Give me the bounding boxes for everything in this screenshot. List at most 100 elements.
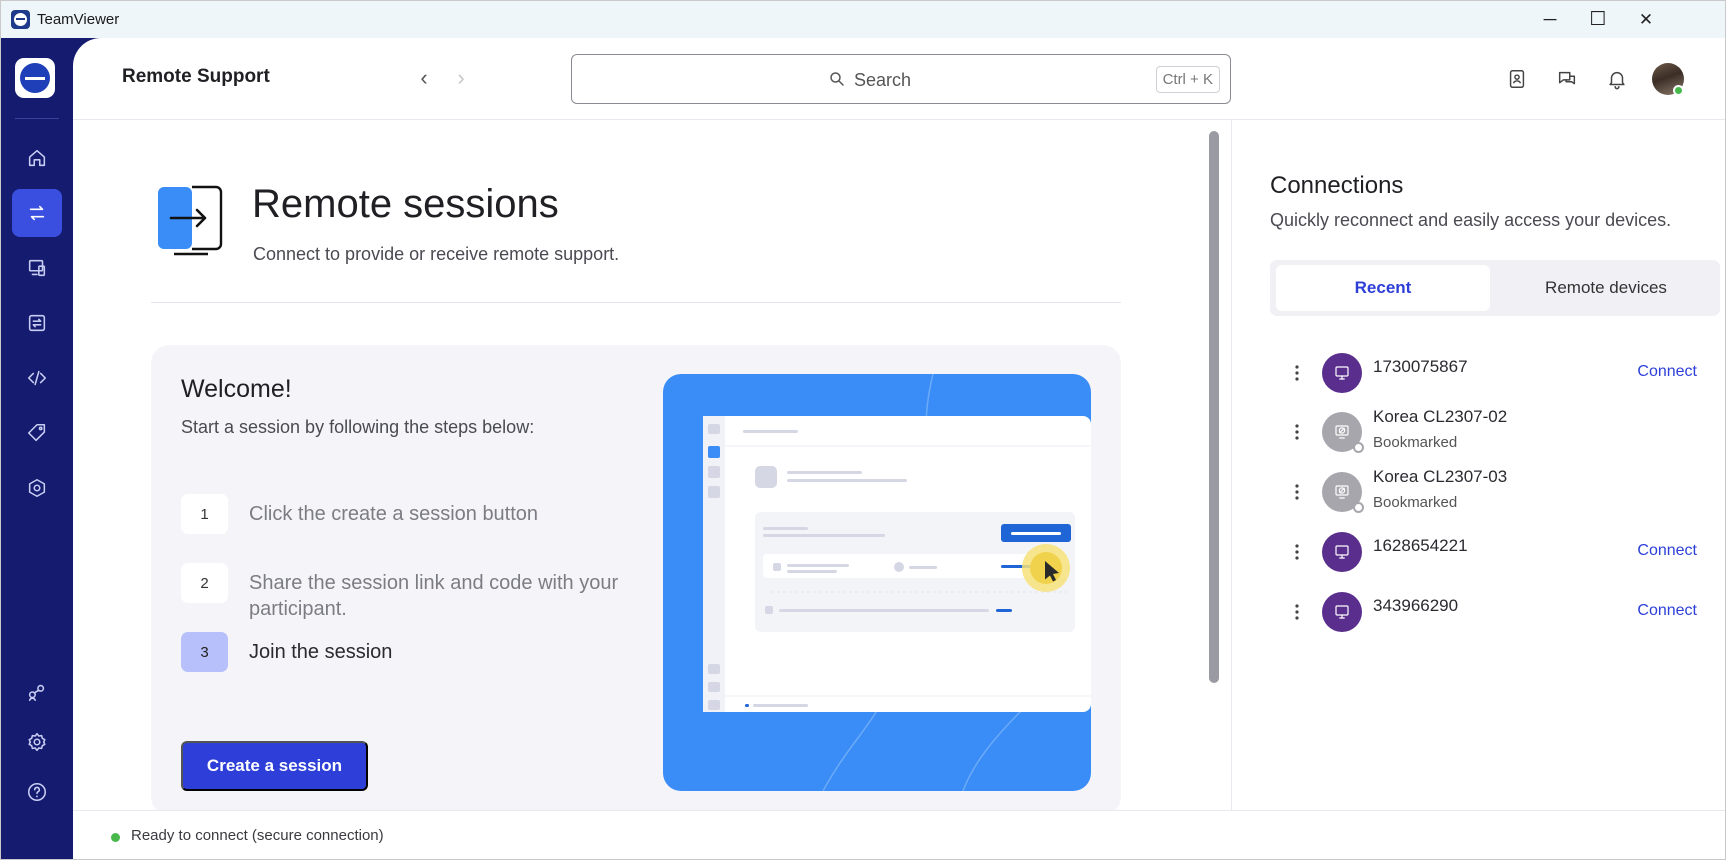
- device-avatar: [1322, 592, 1362, 632]
- teamviewer-logo-icon: [11, 10, 30, 29]
- minimize-button[interactable]: ─: [1525, 1, 1575, 38]
- section-divider: [151, 302, 1121, 303]
- remote-session-icon: [158, 185, 223, 256]
- device-avatar: [1322, 353, 1362, 393]
- search-shortcut: Ctrl + K: [1155, 66, 1220, 93]
- nav-code[interactable]: [12, 354, 62, 402]
- search-input[interactable]: Search Ctrl + K: [571, 54, 1231, 104]
- tab-remote-devices[interactable]: Remote devices: [1495, 265, 1717, 311]
- online-status-indicator: [1673, 85, 1684, 96]
- nav-remote-access[interactable]: [12, 299, 62, 347]
- remote-sessions-panel: Remote sessions Connect to provide or re…: [73, 120, 1231, 810]
- nav-integrations[interactable]: [12, 668, 62, 716]
- device-row[interactable]: Korea CL2307-02 Bookmarked: [1232, 404, 1725, 460]
- device-row[interactable]: 343966290 Connect: [1232, 584, 1725, 640]
- back-button[interactable]: ‹: [410, 64, 438, 92]
- home-icon: [28, 149, 46, 167]
- nav-help[interactable]: [12, 768, 62, 816]
- app-window: TeamViewer ─ ☐ ✕ Remote Support ‹ › Sear…: [0, 0, 1726, 860]
- step-number: 2: [181, 563, 228, 603]
- offline-device-icon: [1335, 485, 1349, 499]
- top-header: Remote Support ‹ › Search Ctrl + K: [73, 38, 1725, 120]
- device-row[interactable]: Korea CL2307-03 Bookmarked: [1232, 464, 1725, 520]
- hero-subtitle: Connect to provide or receive remote sup…: [253, 244, 620, 264]
- device-name: 1730075867: [1373, 357, 1468, 376]
- device-name: Korea CL2307-02: [1373, 407, 1508, 426]
- search-placeholder: Search: [854, 70, 912, 90]
- search-icon: [830, 72, 844, 86]
- welcome-card: Welcome! Start a session by following th…: [151, 345, 1121, 810]
- main-scrollbar[interactable]: [1209, 131, 1219, 683]
- more-options-icon[interactable]: [1294, 363, 1300, 383]
- step-text: Join the session: [249, 641, 393, 663]
- remote-support-icon: [29, 205, 45, 221]
- welcome-title: Welcome!: [181, 375, 292, 403]
- connections-tabs: Recent Remote devices: [1270, 260, 1720, 316]
- title-bar: TeamViewer ─ ☐ ✕: [1, 1, 1725, 38]
- nav-settings[interactable]: [12, 718, 62, 766]
- bell-icon: [1609, 71, 1625, 90]
- device-row[interactable]: 1628654221 Connect: [1232, 524, 1725, 580]
- app-mockup-illustration: [703, 374, 1091, 791]
- step-2: 2 Share the session link and code with y…: [181, 563, 649, 622]
- step-3: 3 Join the session: [181, 632, 649, 672]
- offline-device-icon: [1335, 425, 1349, 439]
- step-1: 1 Click the create a session button: [181, 494, 649, 534]
- teamviewer-brand-icon[interactable]: [15, 58, 55, 98]
- code-icon: [27, 370, 47, 386]
- notifications-button[interactable]: [1602, 64, 1632, 94]
- forward-button[interactable]: ›: [447, 64, 475, 92]
- connect-button[interactable]: Connect: [1637, 602, 1697, 620]
- tag-icon: [27, 423, 46, 442]
- contacts-icon: [1509, 70, 1525, 88]
- status-bar: Ready to connect (secure connection): [73, 810, 1725, 859]
- offline-status-indicator: [1353, 502, 1364, 513]
- device-name: 343966290: [1373, 596, 1459, 615]
- nav-separator: [15, 118, 59, 119]
- device-bookmarked-label: Bookmarked: [1373, 434, 1458, 451]
- device-avatar: [1322, 532, 1362, 572]
- remote-access-icon: [28, 314, 46, 332]
- close-button[interactable]: ✕: [1621, 1, 1671, 38]
- connect-button[interactable]: Connect: [1637, 542, 1697, 560]
- left-navigation: [1, 38, 73, 859]
- chat-button[interactable]: [1552, 64, 1582, 94]
- app-title: TeamViewer: [37, 11, 120, 28]
- monitor-icon: [1335, 605, 1349, 619]
- nav-security[interactable]: [12, 464, 62, 512]
- security-icon: [28, 478, 46, 498]
- more-options-icon[interactable]: [1294, 422, 1300, 442]
- integrations-icon: [28, 684, 45, 702]
- step-number: 3: [181, 632, 228, 672]
- contacts-button[interactable]: [1502, 64, 1532, 94]
- connection-status-dot: [111, 833, 120, 842]
- device-name: 1628654221: [1373, 536, 1468, 555]
- page-title: Remote Support: [122, 66, 270, 87]
- chat-icon: [1558, 71, 1576, 85]
- create-session-button[interactable]: Create a session: [181, 741, 368, 791]
- connect-button[interactable]: Connect: [1637, 363, 1697, 381]
- welcome-illustration: [663, 374, 1091, 791]
- nav-devices[interactable]: [12, 244, 62, 292]
- maximize-button[interactable]: ☐: [1573, 1, 1623, 38]
- offline-status-indicator: [1353, 442, 1364, 453]
- step-text: Click the create a session button: [249, 503, 539, 525]
- status-text: Ready to connect (secure connection): [131, 827, 384, 844]
- monitor-icon: [1335, 366, 1349, 380]
- hero-title: Remote sessions: [252, 182, 559, 226]
- more-options-icon[interactable]: [1294, 602, 1300, 622]
- more-options-icon[interactable]: [1294, 542, 1300, 562]
- more-options-icon[interactable]: [1294, 482, 1300, 502]
- connections-panel: Connections Quickly reconnect and easily…: [1232, 120, 1725, 810]
- settings-icon: [28, 732, 46, 752]
- welcome-subtitle: Start a session by following the steps b…: [181, 417, 535, 437]
- nav-tags[interactable]: [12, 409, 62, 457]
- help-icon: [27, 782, 47, 802]
- device-row[interactable]: 1730075867 Connect: [1232, 345, 1725, 401]
- connections-subtitle: Quickly reconnect and easily access your…: [1270, 210, 1672, 230]
- step-number: 1: [181, 494, 228, 534]
- devices-icon: [28, 259, 46, 277]
- tab-recent[interactable]: Recent: [1276, 265, 1490, 311]
- nav-remote-support[interactable]: [12, 189, 62, 237]
- nav-home[interactable]: [12, 134, 62, 182]
